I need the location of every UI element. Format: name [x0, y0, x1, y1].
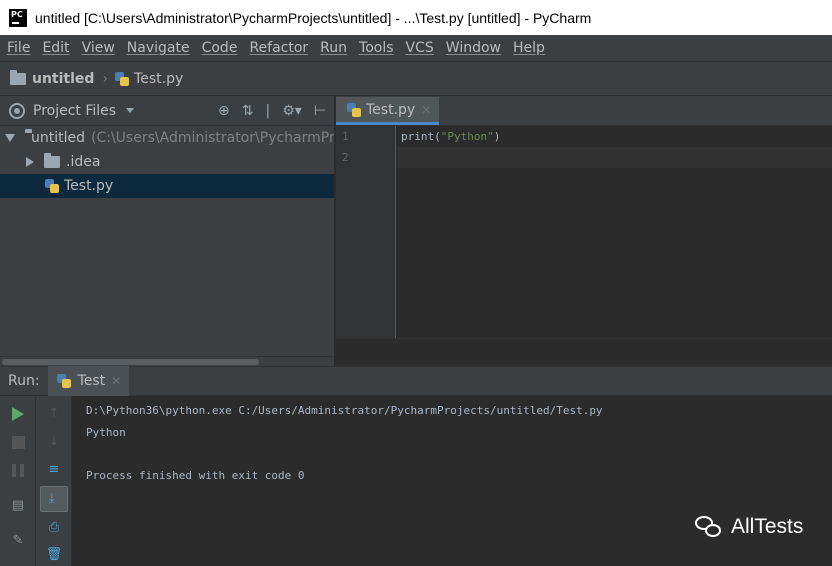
soft-wrap-icon[interactable]: ≡	[44, 459, 64, 479]
code-paren: )	[493, 130, 501, 143]
console-line: D:\Python36\python.exe C:/Users/Administ…	[86, 404, 603, 417]
folder-icon	[10, 69, 26, 85]
project-view-selector[interactable]: Project Files	[33, 103, 116, 119]
tree-item-label: Test.py	[64, 178, 114, 194]
code-area[interactable]: print("Python")	[397, 126, 832, 338]
line-number-gutter: 1 2	[336, 126, 396, 338]
collapse-icon[interactable]: ⇅	[242, 103, 254, 119]
code-function: print	[401, 130, 435, 143]
wechat-icon	[695, 514, 725, 540]
tree-item-path: (C:\Users\Administrator\PycharmProjects\…	[91, 130, 334, 146]
breadcrumb-project[interactable]: untitled	[32, 71, 94, 87]
folder-icon	[44, 153, 60, 168]
tab-label: Test.py	[366, 101, 416, 118]
window-title: untitled [C:\Users\Administrator\Pycharm…	[35, 9, 592, 26]
python-file-icon	[56, 373, 72, 389]
editor-bottom-area	[336, 338, 832, 366]
project-toolbar: ⊕ ⇅ | ⚙▾ ⊢	[218, 103, 326, 119]
tab-test-py[interactable]: Test.py ✕	[336, 97, 440, 125]
menu-navigate[interactable]: Navigate	[127, 40, 190, 56]
menu-window[interactable]: Window	[446, 40, 501, 56]
down-arrow-icon[interactable]: ↓	[44, 431, 64, 451]
tree-item-idea[interactable]: .idea	[0, 150, 334, 174]
run-tab-test[interactable]: Test ✕	[47, 366, 130, 396]
watermark-text: AllTests	[731, 515, 804, 538]
code-paren: (	[434, 130, 441, 143]
pin-icon[interactable]: ✎	[8, 530, 28, 550]
chevron-right-icon: ›	[102, 70, 109, 87]
trash-icon[interactable]: 🗑	[44, 544, 64, 564]
python-file-icon	[114, 71, 130, 87]
menu-vcs[interactable]: VCS	[406, 40, 434, 56]
pycharm-logo-icon: PC	[9, 8, 27, 27]
menu-file[interactable]: File	[7, 40, 30, 56]
menu-tools[interactable]: Tools	[359, 40, 394, 56]
horizontal-scrollbar[interactable]	[0, 356, 334, 366]
tree-item-label: untitled	[31, 130, 86, 146]
menu-run[interactable]: Run	[320, 40, 347, 56]
project-panel-header: Project Files ⊕ ⇅ | ⚙▾ ⊢	[0, 96, 334, 126]
run-panel-header: Run: Test ✕	[0, 366, 832, 396]
line-number: 2	[342, 151, 349, 164]
breadcrumb: untitled › Test.py	[0, 61, 832, 96]
tree-item-label: .idea	[66, 154, 101, 170]
menu-refactor[interactable]: Refactor	[249, 40, 308, 56]
close-icon[interactable]: ✕	[421, 103, 431, 117]
python-file-icon	[346, 102, 362, 118]
up-arrow-icon[interactable]: ↑	[44, 403, 64, 423]
menu-bar: File Edit View Navigate Code Refactor Ru…	[0, 35, 832, 61]
stop-icon[interactable]	[8, 432, 28, 452]
divider: |	[265, 102, 271, 119]
python-file-icon	[44, 178, 60, 194]
run-console[interactable]: D:\Python36\python.exe C:/Users/Administ…	[72, 396, 832, 566]
console-line: Process finished with exit code 0	[86, 468, 305, 482]
editor: Test.py ✕ 1 2 print("Python")	[335, 96, 832, 366]
scroll-to-end-icon[interactable]: ⤓	[40, 486, 68, 512]
close-icon[interactable]: ✕	[111, 374, 121, 388]
pause-icon[interactable]	[8, 460, 28, 480]
print-icon[interactable]: ⎙	[44, 517, 64, 537]
line-number: 1	[342, 130, 349, 143]
scrollbar-thumb[interactable]	[2, 359, 259, 365]
play-icon[interactable]	[8, 404, 28, 424]
gear-icon[interactable]: ⚙▾	[282, 103, 302, 119]
run-tab-label: Test	[77, 373, 106, 389]
code-line[interactable]: print("Python")	[397, 126, 832, 147]
title-bar: PC untitled [C:\Users\Administrator\Pych…	[0, 0, 832, 35]
hide-icon[interactable]: ⊢	[314, 103, 326, 119]
tree-item-untitled[interactable]: untitled (C:\Users\Administrator\Pycharm…	[0, 126, 334, 150]
target-icon[interactable]: ⊕	[218, 103, 230, 119]
project-panel: Project Files ⊕ ⇅ | ⚙▾ ⊢ untitled (C:\Us…	[0, 96, 334, 366]
run-toolbar-primary: ▤ ✎	[0, 396, 36, 566]
code-line-current[interactable]	[397, 147, 832, 168]
menu-view[interactable]: View	[82, 40, 115, 56]
expand-arrow-icon[interactable]	[5, 134, 15, 142]
code-string: "Python"	[440, 130, 494, 143]
menu-help[interactable]: Help	[513, 40, 545, 56]
chevron-down-icon[interactable]	[126, 108, 135, 113]
editor-tab-bar: Test.py ✕	[336, 96, 832, 126]
watermark: AllTests	[695, 514, 803, 540]
project-view-icon	[9, 102, 25, 119]
menu-edit[interactable]: Edit	[42, 40, 69, 56]
menu-code[interactable]: Code	[202, 40, 238, 56]
tree-item-test-py[interactable]: Test.py	[0, 174, 334, 198]
run-label: Run:	[8, 373, 40, 389]
layout-icon[interactable]: ▤	[8, 495, 28, 515]
collapsed-arrow-icon[interactable]	[26, 157, 34, 167]
run-toolbar-secondary: ↑ ↓ ≡ ⎙ 🗑	[36, 396, 72, 566]
breadcrumb-file[interactable]: Test.py	[134, 71, 183, 87]
console-line: Python	[86, 425, 126, 439]
